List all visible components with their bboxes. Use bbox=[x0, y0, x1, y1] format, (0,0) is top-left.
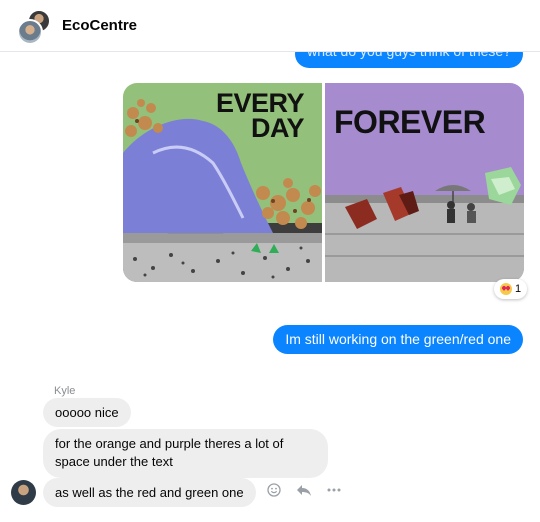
more-icon[interactable] bbox=[326, 482, 342, 498]
image-attachment[interactable]: EVERY DAY FOREVER bbox=[123, 83, 524, 282]
reaction-badge[interactable]: 1 bbox=[494, 279, 528, 299]
reaction-count: 1 bbox=[515, 283, 522, 295]
message-bubble-outgoing[interactable]: Im still working on the green/red one bbox=[273, 325, 523, 354]
poster-forever: FOREVER bbox=[325, 83, 524, 282]
message-bubble-incoming[interactable]: as well as the red and green one bbox=[43, 478, 256, 507]
sender-name: Kyle bbox=[54, 385, 76, 397]
avatar[interactable] bbox=[11, 480, 36, 505]
poster-title-every-day: EVERY DAY bbox=[216, 90, 305, 143]
chat-title[interactable]: EcoCentre bbox=[62, 17, 137, 34]
smiley-icon[interactable] bbox=[266, 482, 282, 498]
poster-title-forever: FOREVER bbox=[334, 104, 486, 140]
group-avatar[interactable] bbox=[17, 9, 53, 45]
avatar bbox=[17, 19, 43, 45]
message-actions bbox=[266, 482, 342, 498]
reply-icon[interactable] bbox=[296, 482, 312, 498]
poster-everyday: EVERY DAY bbox=[123, 83, 322, 282]
message-bubble-incoming[interactable]: ooooo nice bbox=[43, 398, 131, 427]
heart-eyes-emoji-icon bbox=[500, 283, 512, 295]
message-bubble-incoming[interactable]: for the orange and purple theres a lot o… bbox=[43, 429, 328, 478]
chat-header: EcoCentre bbox=[0, 0, 540, 52]
poster-title-line: DAY bbox=[250, 112, 305, 143]
